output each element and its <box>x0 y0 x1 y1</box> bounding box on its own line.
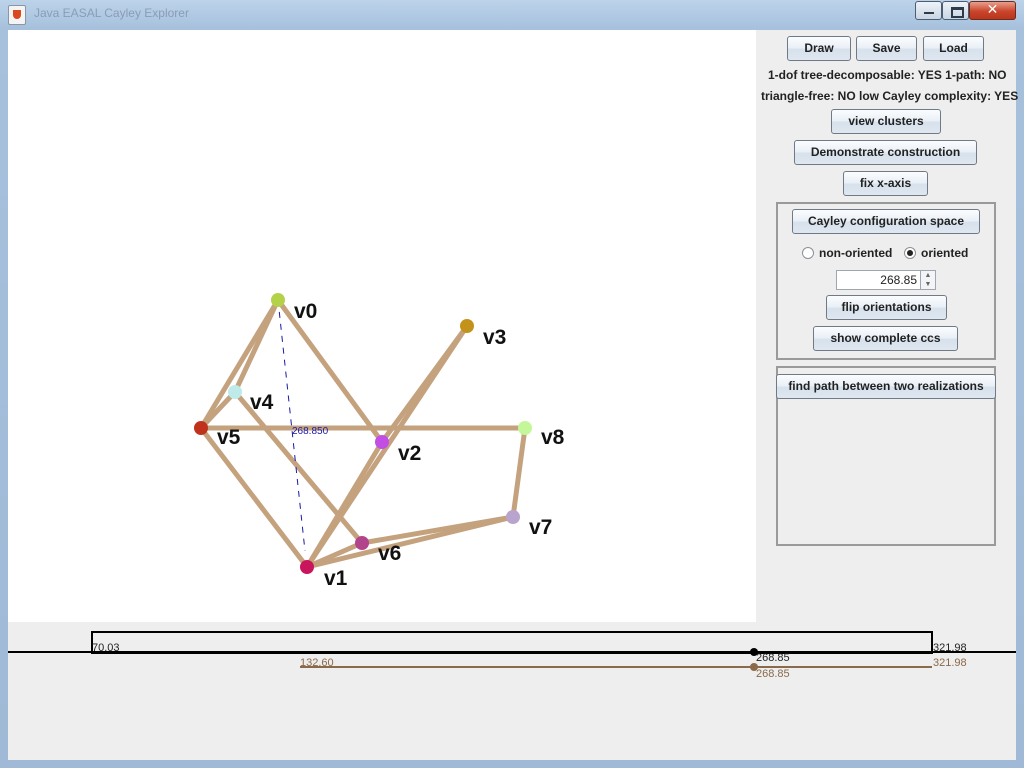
interval-current-label: 268.85 <box>756 668 790 680</box>
vertex-label-v4: v4 <box>250 391 274 414</box>
cayley-options-group: Cayley configuration space non-oriented … <box>776 202 996 360</box>
range-box <box>91 631 933 654</box>
vertex-label-v7: v7 <box>529 516 552 539</box>
vertex-label-v1: v1 <box>324 567 348 590</box>
app-window: Java EASAL Cayley Explorer ✕ 268.850 v0 v1… <box>0 0 1024 768</box>
close-icon: ✕ <box>986 2 999 18</box>
non-oriented-radio[interactable]: non-oriented <box>802 246 897 262</box>
radio-circle-selected[interactable] <box>904 247 916 259</box>
edge-v3-v2[interactable] <box>379 323 470 445</box>
vertex-v3[interactable] <box>460 319 474 333</box>
save-button[interactable]: Save <box>856 36 917 61</box>
oriented-radio[interactable]: oriented <box>904 246 979 262</box>
vertex-label-v8: v8 <box>541 426 565 449</box>
fix-x-axis-button[interactable]: fix x-axis <box>843 171 928 196</box>
control-panel: Draw Save Load 1-dof tree-decomposable: … <box>756 30 1019 622</box>
edge-v7-v8[interactable] <box>510 425 528 520</box>
interval-end-label: 321.98 <box>933 657 967 669</box>
vertex-label-v0: v0 <box>294 300 317 323</box>
vertex-label-v6: v6 <box>378 542 401 565</box>
edge-v4-v6[interactable] <box>232 389 365 546</box>
view-clusters-button[interactable]: view clusters <box>831 109 941 134</box>
vertex-v4[interactable] <box>228 385 242 399</box>
flip-orientations-button[interactable]: flip orientations <box>826 295 947 320</box>
interval-start-label: 132.60 <box>300 657 334 669</box>
vertex-v0[interactable] <box>271 293 285 307</box>
draw-button[interactable]: Draw <box>787 36 851 61</box>
spin-down-icon[interactable]: ▼ <box>920 280 935 289</box>
maximize-button[interactable] <box>942 1 969 20</box>
cayley-configuration-space-button[interactable]: Cayley configuration space <box>792 209 980 234</box>
non-oriented-label: non-oriented <box>819 246 893 260</box>
maximize-icon <box>951 7 964 18</box>
show-complete-ccs-button[interactable]: show complete ccs <box>813 326 958 351</box>
vertex-v6[interactable] <box>355 536 369 550</box>
edge-v6-v7[interactable] <box>359 514 516 546</box>
range-min-label: 70.03 <box>92 642 120 654</box>
path-finder-group: find path between two realizations <box>776 366 996 546</box>
graph-canvas[interactable]: 268.850 v0 v1 v2 v3 v4 v5 v6 v7 v8 <box>8 30 756 622</box>
vertex-v7[interactable] <box>506 510 520 524</box>
graph-drawing[interactable]: 268.850 v0 v1 v2 v3 v4 v5 v6 v7 v8 <box>8 30 756 622</box>
demonstrate-construction-button[interactable]: Demonstrate construction <box>794 140 977 165</box>
range-current-label: 268.85 <box>756 652 790 664</box>
load-button[interactable]: Load <box>923 36 984 61</box>
content-area: 268.850 v0 v1 v2 v3 v4 v5 v6 v7 v8 Draw Save Load… <box>8 30 1019 760</box>
radio-circle[interactable] <box>802 247 814 259</box>
distance-spinner[interactable]: 268.85 ▲ ▼ <box>836 270 936 290</box>
find-path-button[interactable]: find path between two realizations <box>776 374 996 399</box>
vertex-v1[interactable] <box>300 560 314 574</box>
vertex-label-v5: v5 <box>217 426 241 449</box>
radio-selected-dot <box>907 250 913 256</box>
range-max-label: 321.98 <box>933 642 967 654</box>
vertex-v5[interactable] <box>194 421 208 435</box>
vertex-label-v3: v3 <box>483 326 506 349</box>
minimize-icon <box>924 12 934 14</box>
range-slider-view[interactable]: 70.03 321.98 268.85 132.60 321.98 268.85 <box>8 622 1016 760</box>
oriented-label: oriented <box>921 246 969 260</box>
minimize-button[interactable] <box>915 1 942 20</box>
vertex-v2[interactable] <box>375 435 389 449</box>
vertex-label-v2: v2 <box>398 442 421 465</box>
window-title: Java EASAL Cayley Explorer <box>34 6 189 20</box>
title-bar[interactable]: Java EASAL Cayley Explorer ✕ <box>0 0 1024 28</box>
spin-up-icon[interactable]: ▲ <box>920 271 935 280</box>
java-icon <box>8 5 26 25</box>
complexity-status: triangle-free: NO low Cayley complexity:… <box>761 89 1019 103</box>
spinner-value[interactable]: 268.85 <box>880 273 917 287</box>
decomposability-status: 1-dof tree-decomposable: YES 1-path: NO <box>768 68 1007 82</box>
vertex-v8[interactable] <box>518 421 532 435</box>
distance-range-panel: 70.03 321.98 268.85 132.60 321.98 268.85 <box>8 622 1016 760</box>
dashed-edge-label: 268.850 <box>292 426 329 437</box>
close-button[interactable]: ✕ <box>969 1 1016 20</box>
